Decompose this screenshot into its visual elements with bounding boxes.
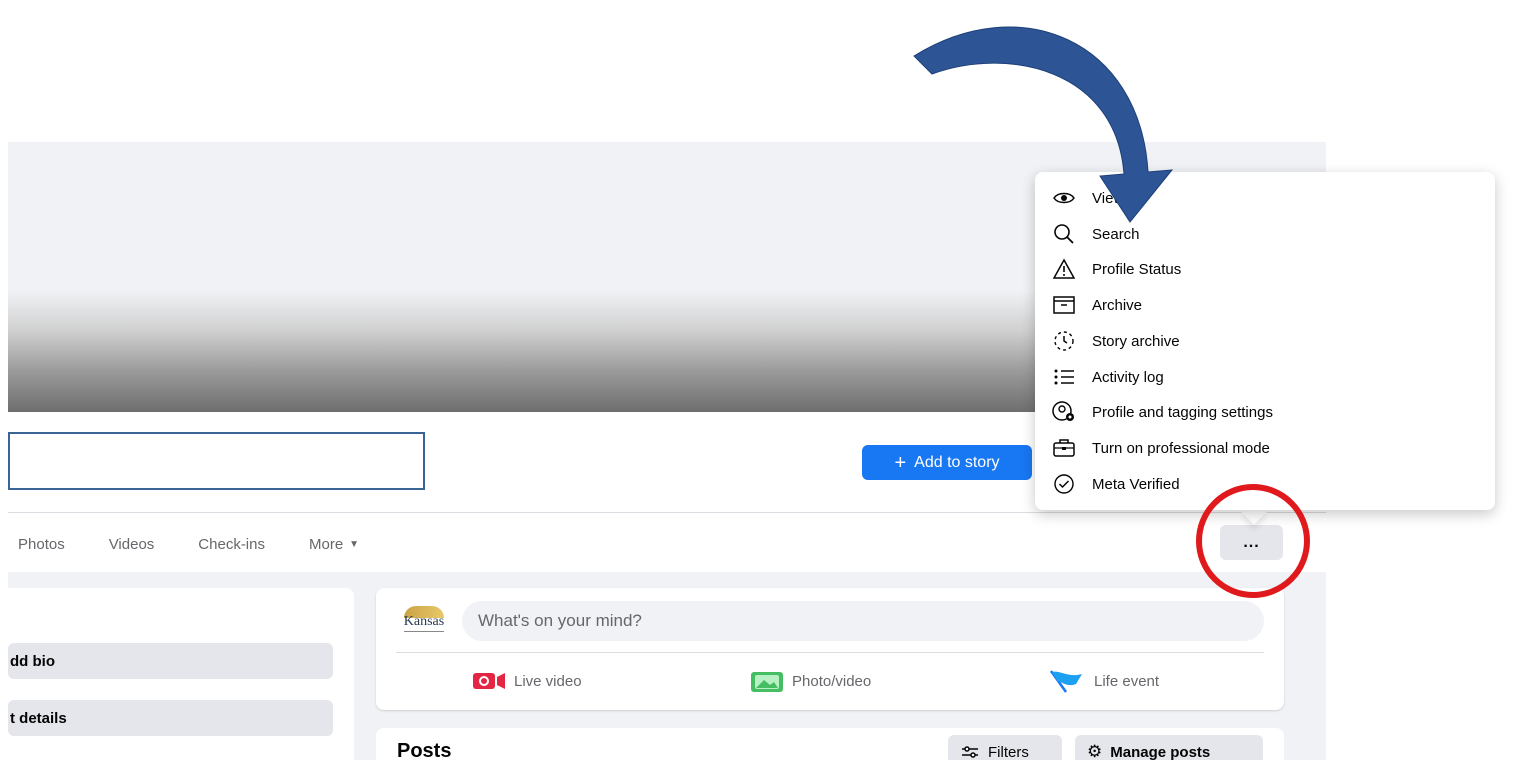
- plus-icon: +: [894, 451, 907, 474]
- warning-triangle-icon: [1050, 257, 1078, 281]
- photo-video-button[interactable]: Photo/video: [750, 668, 871, 694]
- search-icon: [1050, 222, 1078, 246]
- composer-divider: [396, 652, 1264, 653]
- life-event-button[interactable]: Life event: [1048, 668, 1159, 694]
- menu-item-activity-log[interactable]: Activity log: [1050, 362, 1164, 392]
- avatar-logo-text: Kansas: [403, 614, 445, 629]
- menu-item-label: Profile Status: [1092, 260, 1182, 278]
- manage-posts-label: Manage posts: [1110, 743, 1211, 760]
- menu-item-professional-mode[interactable]: Turn on professional mode: [1050, 433, 1270, 463]
- photo-video-label: Photo/video: [792, 672, 872, 690]
- menu-item-meta-verified[interactable]: Meta Verified: [1050, 469, 1180, 499]
- menu-item-label: Story archive: [1092, 332, 1180, 350]
- menu-item-label: Search: [1092, 225, 1140, 243]
- menu-item-label: Meta Verified: [1092, 475, 1180, 493]
- menu-item-search[interactable]: Search: [1050, 219, 1140, 249]
- profile-name-redaction-box: [8, 432, 425, 490]
- status-input[interactable]: What's on your mind?: [462, 601, 1264, 641]
- briefcase-icon: [1050, 436, 1078, 460]
- tab-more-label: More: [308, 535, 344, 553]
- gear-icon: ⚙: [1087, 742, 1103, 760]
- menu-item-archive[interactable]: Archive: [1050, 290, 1142, 320]
- annotation-highlight-circle: [1196, 484, 1310, 598]
- header-divider: [8, 512, 1326, 513]
- edit-details-button[interactable]: t details: [8, 700, 333, 736]
- menu-item-view-as[interactable]: View As: [1050, 183, 1145, 213]
- life-event-label: Life event: [1094, 672, 1160, 690]
- posts-title: Posts: [397, 740, 452, 760]
- filters-label: Filters: [988, 743, 1029, 760]
- list-icon: [1050, 365, 1078, 389]
- live-video-icon: [473, 673, 505, 689]
- menu-item-label: Turn on professional mode: [1092, 439, 1270, 457]
- sliders-icon: [962, 746, 978, 758]
- caret-down-icon: ▼: [349, 538, 360, 550]
- tab-photos[interactable]: Photos: [18, 536, 65, 553]
- add-bio-button[interactable]: dd bio: [8, 643, 333, 679]
- eye-icon: [1050, 186, 1078, 210]
- menu-item-profile-status[interactable]: Profile Status: [1050, 254, 1181, 284]
- photo-video-icon: [751, 672, 783, 692]
- archive-box-icon: [1050, 293, 1078, 317]
- add-to-story-label: Add to story: [914, 453, 1000, 471]
- logo-underline: [404, 631, 444, 636]
- menu-item-label: Activity log: [1092, 368, 1164, 386]
- menu-item-label: Profile and tagging settings: [1092, 403, 1273, 421]
- menu-item-label: Archive: [1092, 296, 1143, 314]
- verified-check-icon: [1050, 472, 1078, 496]
- live-video-button[interactable]: Live video: [472, 668, 582, 694]
- filters-button[interactable]: Filters: [948, 735, 1062, 760]
- profile-tabs: Photos Videos Check-ins More ▼: [18, 528, 403, 560]
- menu-item-profile-tagging-settings[interactable]: Profile and tagging settings: [1050, 397, 1273, 427]
- tab-check-ins[interactable]: Check-ins: [198, 536, 265, 553]
- manage-posts-button[interactable]: ⚙ Manage posts: [1075, 735, 1263, 760]
- tab-videos[interactable]: Videos: [109, 536, 155, 553]
- story-archive-clock-icon: [1050, 329, 1078, 353]
- menu-item-story-archive[interactable]: Story archive: [1050, 326, 1180, 356]
- profile-gear-icon: [1050, 400, 1078, 424]
- life-event-flag-icon: [1049, 670, 1082, 693]
- avatar[interactable]: Kansas: [397, 600, 451, 642]
- add-to-story-button[interactable]: + Add to story: [862, 445, 1032, 480]
- tab-more[interactable]: More ▼: [309, 536, 359, 553]
- menu-item-label: View As: [1092, 189, 1146, 207]
- live-video-label: Live video: [514, 672, 582, 690]
